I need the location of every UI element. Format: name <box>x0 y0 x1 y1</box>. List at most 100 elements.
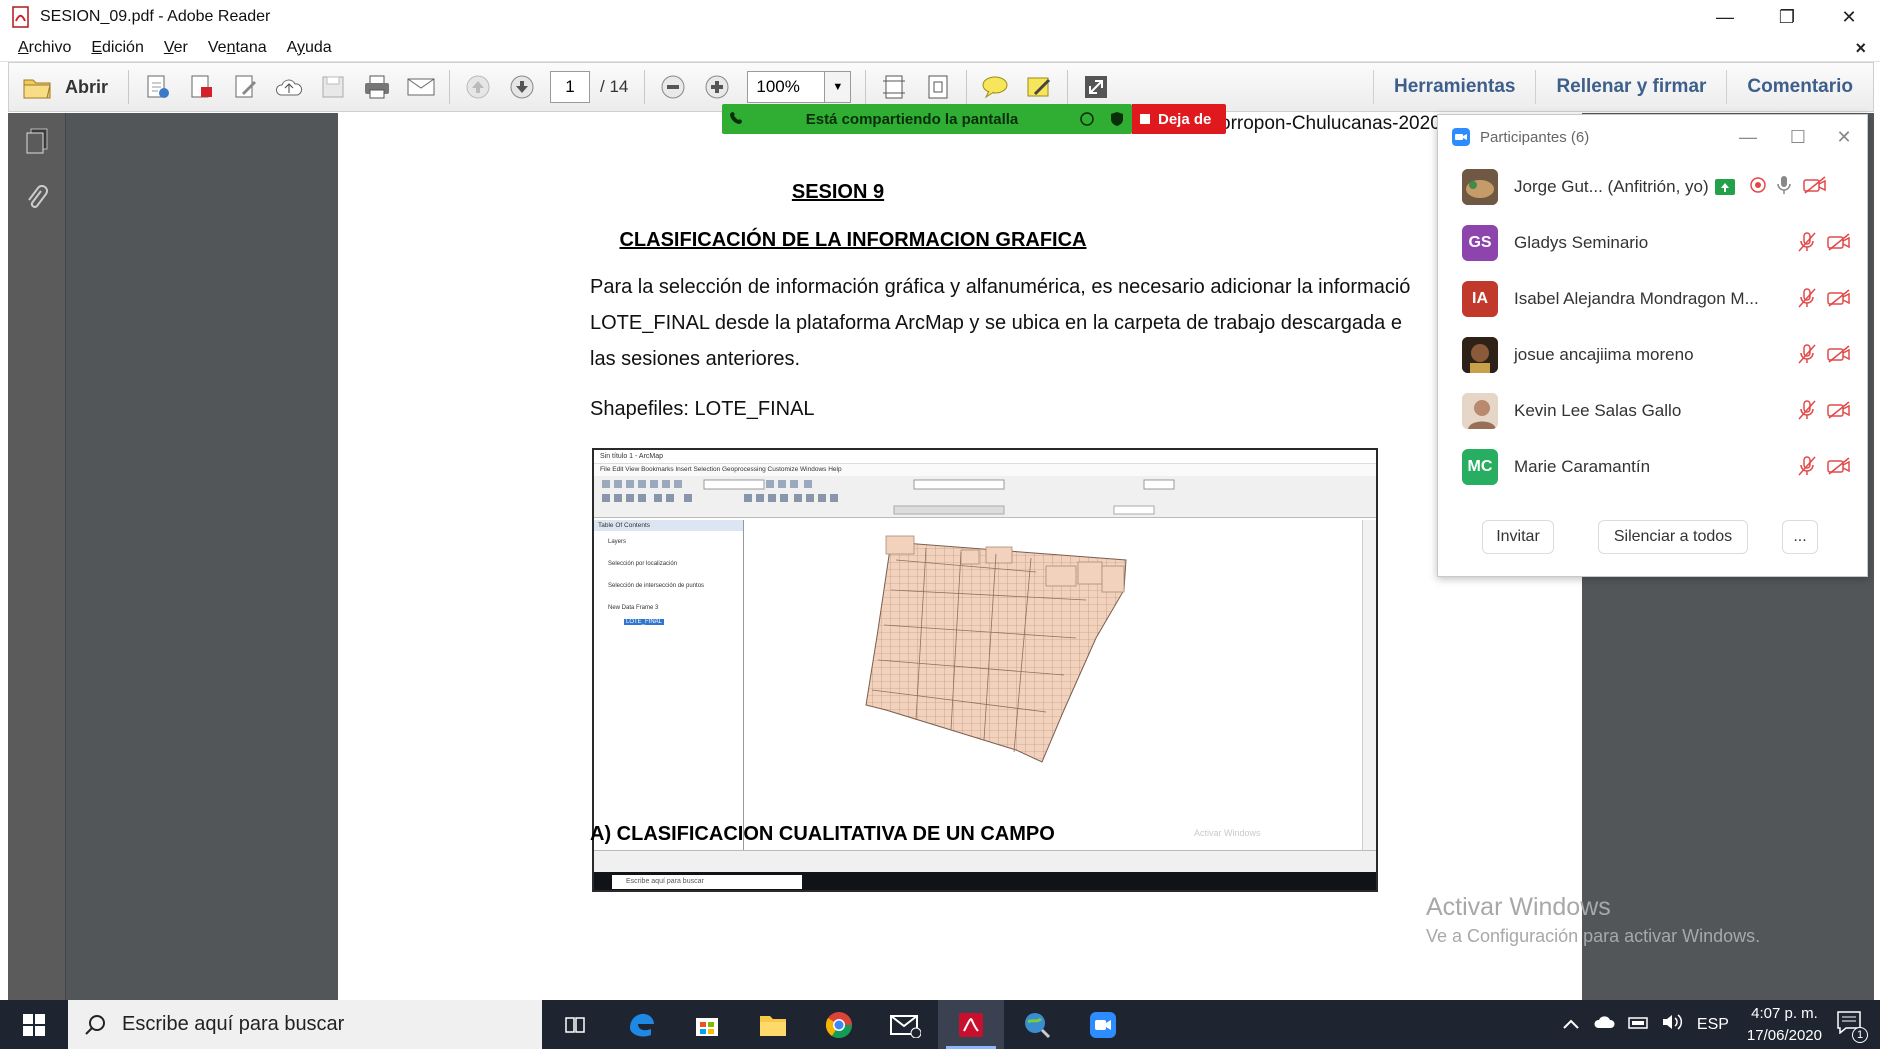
menu-ayuda[interactable]: Ayuda <box>287 39 332 57</box>
email-icon[interactable] <box>399 65 443 109</box>
menu-edicion[interactable]: Edición <box>91 39 143 57</box>
input-language[interactable]: ESP <box>1697 1016 1729 1034</box>
close-window-button[interactable]: ✕ <box>1818 0 1880 34</box>
participants-footer: Invitar Silenciar a todos ... <box>1438 515 1869 559</box>
shapefiles-label: Shapefiles: LOTE_FINAL <box>590 398 815 420</box>
pages-thumbnail-icon[interactable] <box>8 113 66 171</box>
toolbar-divider <box>128 70 130 104</box>
video-off-icon[interactable] <box>1827 289 1851 312</box>
cloud-upload-icon[interactable] <box>267 65 311 109</box>
video-off-icon[interactable] <box>1827 233 1851 256</box>
phone-icon <box>722 110 752 128</box>
chevron-down-icon[interactable]: ▼ <box>825 71 852 103</box>
notification-center-icon[interactable]: 1 <box>1836 1010 1868 1043</box>
microphone-muted-icon[interactable] <box>1797 343 1817 370</box>
print-icon[interactable] <box>355 65 399 109</box>
comment-bubble-icon[interactable] <box>973 65 1017 109</box>
microphone-muted-icon[interactable] <box>1797 231 1817 258</box>
file-explorer-icon[interactable] <box>740 1000 806 1049</box>
avatar <box>1462 393 1498 429</box>
video-off-icon[interactable] <box>1827 345 1851 368</box>
close-document-button[interactable]: × <box>1855 38 1866 59</box>
close-panel-button[interactable]: ✕ <box>1824 123 1864 151</box>
tab-rellenar-firmar[interactable]: Rellenar y firmar <box>1535 70 1726 104</box>
zoom-app-icon[interactable] <box>1070 1000 1136 1049</box>
maximize-panel-button[interactable]: ☐ <box>1778 123 1818 151</box>
chevron-up-icon[interactable] <box>1563 1016 1579 1034</box>
fullscreen-icon[interactable] <box>1074 65 1118 109</box>
pause-share-icon[interactable] <box>1072 111 1102 127</box>
zoom-in-icon[interactable] <box>695 65 739 109</box>
restore-button[interactable]: ❐ <box>1756 0 1818 34</box>
participant-name: Jorge Gut... (Anfitrión, yo) <box>1514 177 1709 196</box>
minimize-panel-button[interactable]: — <box>1728 123 1768 151</box>
arcmap-activate-watermark: Activar Windows <box>1194 828 1261 838</box>
arcmap-app-icon[interactable] <box>1004 1000 1070 1049</box>
tab-comentario[interactable]: Comentario <box>1726 70 1873 104</box>
stop-share-button[interactable]: Deja de <box>1132 104 1226 134</box>
participant-row[interactable]: Kevin Lee Salas Gallo <box>1438 383 1867 439</box>
minimize-button[interactable]: — <box>1694 0 1756 34</box>
edit-pdf-icon[interactable] <box>223 65 267 109</box>
participant-row[interactable]: IA Isabel Alejandra Mondragon M... <box>1438 271 1867 327</box>
tab-herramientas[interactable]: Herramientas <box>1373 70 1535 104</box>
page-number-input[interactable]: 1 <box>550 71 591 103</box>
arcmap-toolbars <box>594 476 1376 518</box>
toc-selection-location: Selección por localización <box>608 561 678 567</box>
video-off-icon[interactable] <box>1827 401 1851 424</box>
edge-browser-icon[interactable] <box>608 1000 674 1049</box>
mute-all-button[interactable]: Silenciar a todos <box>1598 520 1748 554</box>
shield-icon[interactable] <box>1102 111 1132 127</box>
attachment-icon[interactable] <box>8 171 66 229</box>
microphone-muted-icon[interactable] <box>1797 399 1817 426</box>
arcmap-table-of-contents: Table Of Contents Layers Selección por l… <box>594 520 744 850</box>
toolbar-divider <box>865 70 867 104</box>
microphone-muted-icon[interactable] <box>1797 287 1817 314</box>
fit-width-icon[interactable] <box>872 65 916 109</box>
next-page-icon[interactable] <box>500 65 544 109</box>
video-off-icon[interactable] <box>1827 457 1851 480</box>
save-icon[interactable] <box>311 65 355 109</box>
invite-button[interactable]: Invitar <box>1482 520 1554 554</box>
menu-ventana[interactable]: Ventana <box>208 39 267 57</box>
chrome-browser-icon[interactable] <box>806 1000 872 1049</box>
highlight-sign-icon[interactable] <box>1017 65 1061 109</box>
menu-ver[interactable]: Ver <box>164 39 188 57</box>
navigation-pane <box>8 113 66 1000</box>
toc-layer-lote-final: LOTE_FINAL <box>624 619 665 625</box>
cloud-sync-icon[interactable] <box>1593 1014 1615 1035</box>
microphone-icon[interactable] <box>1776 175 1791 200</box>
fit-page-icon[interactable] <box>916 65 960 109</box>
export-pdf-icon[interactable] <box>179 65 223 109</box>
previous-page-icon[interactable] <box>456 65 500 109</box>
adobe-reader-icon[interactable] <box>938 1000 1004 1049</box>
participant-row[interactable]: MC Marie Caramantín <box>1438 439 1867 495</box>
volume-icon[interactable] <box>1661 1013 1683 1036</box>
participant-row[interactable]: Jorge Gut... (Anfitrión, yo) <box>1438 159 1867 215</box>
session-title: SESION 9 <box>791 181 885 203</box>
toolbar-divider <box>966 70 968 104</box>
microsoft-store-icon[interactable] <box>674 1000 740 1049</box>
create-pdf-icon[interactable] <box>135 65 179 109</box>
stop-square-icon <box>1140 114 1150 124</box>
zoom-out-icon[interactable] <box>651 65 695 109</box>
network-icon[interactable] <box>1627 1014 1649 1035</box>
microphone-muted-icon[interactable] <box>1797 455 1817 482</box>
participant-row[interactable]: GS Gladys Seminario <box>1438 215 1867 271</box>
mail-icon[interactable] <box>872 1000 938 1049</box>
toolbar-divider <box>644 70 646 104</box>
windows-start-button[interactable] <box>0 1000 68 1049</box>
participant-row[interactable]: josue ancajiima moreno <box>1438 327 1867 383</box>
screen-share-banner[interactable]: Está compartiendo la pantalla <box>722 104 1132 134</box>
menu-archivo[interactable]: Archivo <box>18 39 71 57</box>
arcmap-taskbar-search: Escribe aquí para buscar <box>612 875 802 889</box>
video-off-icon[interactable] <box>1802 175 1827 199</box>
participants-header: Participantes (6) — ☐ ✕ <box>1438 115 1867 159</box>
taskbar-search-box[interactable]: Escribe aquí para buscar <box>68 1000 542 1049</box>
open-folder-icon[interactable] <box>15 65 59 109</box>
open-button-label[interactable]: Abrir <box>65 77 108 98</box>
more-options-button[interactable]: ... <box>1782 520 1818 554</box>
zoom-level-input[interactable]: 100% <box>747 71 826 103</box>
taskbar-clock[interactable]: 4:07 p. m. 17/06/2020 <box>1747 1003 1822 1047</box>
task-view-icon[interactable] <box>542 1000 608 1049</box>
